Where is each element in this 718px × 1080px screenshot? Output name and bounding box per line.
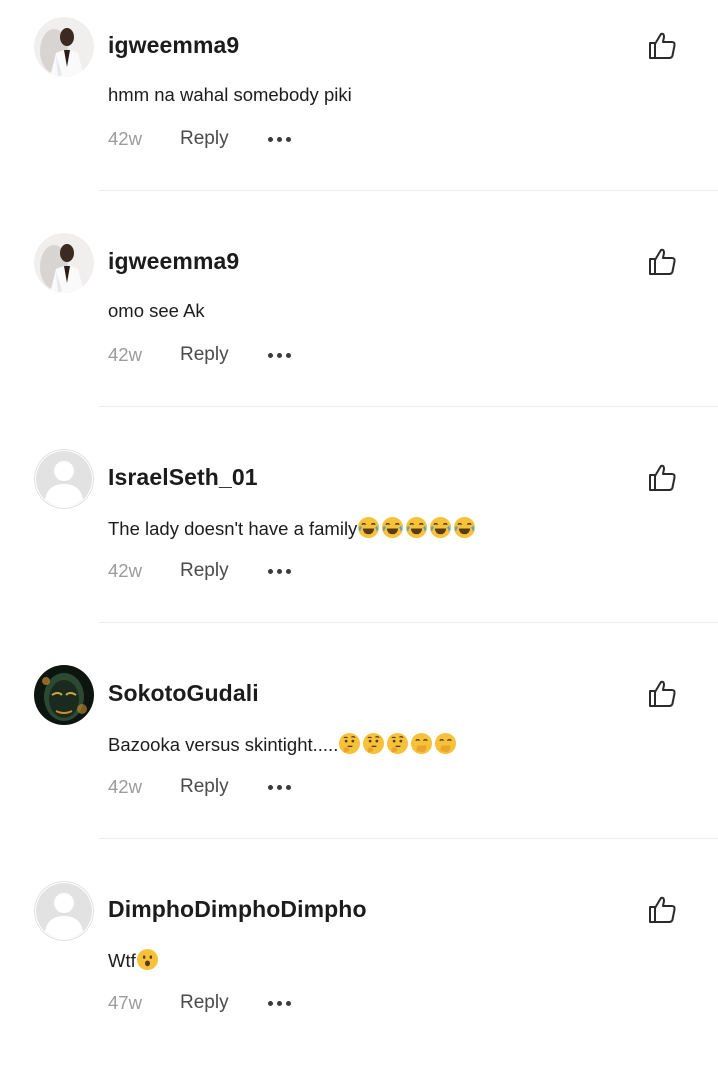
comment-meta: 47w Reply: [108, 990, 293, 1016]
thumbs-up-icon[interactable]: [646, 678, 678, 710]
username[interactable]: igweemma9: [108, 32, 239, 59]
reply-button[interactable]: Reply: [180, 128, 266, 150]
username[interactable]: IsraelSeth_01: [108, 464, 258, 491]
comment-body: Wtf: [108, 950, 136, 971]
divider: [99, 190, 718, 191]
avatar[interactable]: [34, 881, 94, 941]
hand-over-mouth-emoji: [411, 732, 433, 755]
emoji-row: [136, 948, 159, 971]
emoji-row: [338, 732, 457, 755]
username[interactable]: SokotoGudali: [108, 680, 259, 707]
comment-meta: 42w Reply: [108, 126, 293, 152]
thumbs-up-icon[interactable]: [646, 462, 678, 494]
timestamp: 42w: [108, 776, 142, 797]
avatar-photo: [34, 17, 94, 77]
comment-item: DimphoDimphoDimpho Wtf 47w Reply: [0, 864, 718, 1080]
thumbs-up-icon[interactable]: [646, 894, 678, 926]
avatar[interactable]: [34, 449, 94, 509]
reply-button[interactable]: Reply: [180, 992, 266, 1014]
reply-button[interactable]: Reply: [180, 560, 266, 582]
thinking-emoji: [387, 732, 409, 755]
more-dots-icon[interactable]: [266, 347, 293, 364]
comment-meta: 42w Reply: [108, 774, 293, 800]
divider: [99, 622, 718, 623]
hand-over-mouth-emoji: [435, 732, 457, 755]
avatar[interactable]: [34, 233, 94, 293]
timestamp: 42w: [108, 128, 142, 149]
reply-button[interactable]: Reply: [180, 776, 266, 798]
comment-body: The lady doesn't have a family: [108, 518, 358, 539]
username[interactable]: igweemma9: [108, 248, 239, 275]
laughing-emoji: [382, 516, 404, 539]
default-user-icon: [34, 449, 94, 509]
default-user-icon: [34, 881, 94, 941]
comment-meta: 42w Reply: [108, 342, 293, 368]
timestamp: 42w: [108, 344, 142, 365]
comment-body: hmm na wahal somebody piki: [108, 84, 352, 105]
comment-text: Bazooka versus skintight.....: [108, 732, 457, 756]
timestamp: 42w: [108, 560, 142, 581]
comment-body: Bazooka versus skintight.....: [108, 734, 339, 755]
username[interactable]: DimphoDimphoDimpho: [108, 896, 367, 923]
thumbs-up-icon[interactable]: [646, 246, 678, 278]
more-dots-icon[interactable]: [266, 563, 293, 580]
thinking-emoji: [363, 732, 385, 755]
comment-text: hmm na wahal somebody piki: [108, 84, 352, 106]
avatar-photo: [34, 665, 94, 725]
comment-text: omo see Ak: [108, 300, 205, 322]
more-dots-icon[interactable]: [266, 131, 293, 148]
laughing-emoji: [358, 516, 380, 539]
avatar[interactable]: [34, 17, 94, 77]
thinking-emoji: [339, 732, 361, 755]
reply-button[interactable]: Reply: [180, 344, 266, 366]
more-dots-icon[interactable]: [266, 779, 293, 796]
comment-item: igweemma9 omo see Ak 42w Reply: [0, 216, 718, 432]
avatar[interactable]: [34, 665, 94, 725]
laughing-emoji: [430, 516, 452, 539]
thumbs-up-icon[interactable]: [646, 30, 678, 62]
timestamp: 47w: [108, 992, 142, 1013]
avatar-photo: [34, 233, 94, 293]
laughing-emoji: [406, 516, 428, 539]
surprised-emoji: [136, 948, 158, 971]
emoji-row: [357, 516, 476, 539]
more-dots-icon[interactable]: [266, 995, 293, 1012]
comment-body: omo see Ak: [108, 300, 205, 321]
comment-meta: 42w Reply: [108, 558, 293, 584]
comment-item: igweemma9 hmm na wahal somebody piki 42w…: [0, 0, 718, 216]
laughing-emoji: [454, 516, 476, 539]
comment-item: SokotoGudali Bazooka versus skintight...…: [0, 648, 718, 864]
comment-text: The lady doesn't have a family: [108, 516, 476, 540]
comment-text: Wtf: [108, 948, 159, 972]
divider: [99, 406, 718, 407]
comment-item: IsraelSeth_01 The lady doesn't have a fa…: [0, 432, 718, 648]
divider: [99, 838, 718, 839]
